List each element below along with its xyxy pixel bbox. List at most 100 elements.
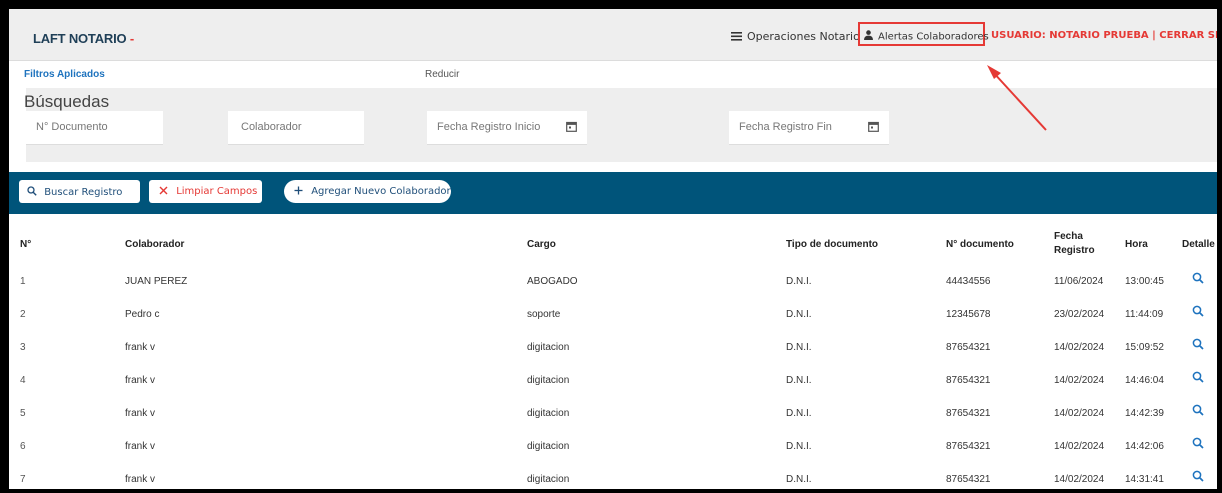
header-colaborador: Colaborador	[125, 239, 185, 250]
magnifier-icon[interactable]	[1192, 305, 1204, 320]
search-icon	[27, 186, 44, 198]
cell-fecha: 14/02/2024	[1054, 408, 1105, 419]
end-date-placeholder: Fecha Registro Fin	[739, 121, 832, 133]
cell-hora: 14:42:06	[1125, 441, 1164, 452]
cell-hora: 14:46:04	[1125, 375, 1164, 386]
collaborator-input[interactable]: Colaborador	[228, 111, 364, 145]
brand-suffix: -	[129, 31, 134, 46]
cell-cargo: digitacion	[527, 375, 570, 386]
table-row: 1 JUAN PEREZ ABOGADO D.N.I. 44434556 11/…	[9, 264, 1217, 298]
cell-n: 7	[20, 474, 26, 485]
cell-cargo: digitacion	[527, 474, 570, 485]
table-row: 3 frank v digitacion D.N.I. 87654321 14/…	[9, 330, 1217, 364]
nav-alertas-label: Alertas Colaboradores	[878, 31, 989, 43]
cell-colaborador: frank v	[125, 441, 156, 452]
magnifier-icon[interactable]	[1192, 338, 1204, 353]
close-icon	[159, 186, 176, 197]
cell-cargo: ABOGADO	[527, 276, 578, 287]
cell-hora: 14:31:41	[1125, 474, 1164, 485]
end-date-input[interactable]: Fecha Registro Fin	[729, 111, 889, 145]
cell-n: 6	[20, 441, 26, 452]
magnifier-icon[interactable]	[1192, 272, 1204, 287]
cell-colaborador: frank v	[125, 375, 156, 386]
cell-colaborador: frank v	[125, 474, 156, 485]
filter-strip: Filtros Aplicados Reducir	[9, 61, 1217, 88]
user-session-link[interactable]: USUARIO: NOTARIO PRUEBA | CERRAR SESIÓN	[991, 30, 1217, 41]
cell-documento: 87654321	[946, 474, 991, 485]
table-row: 6 frank v digitacion D.N.I. 87654321 14/…	[9, 429, 1217, 463]
brand-logo[interactable]: LAFT NOTARIO -	[33, 31, 134, 46]
magnifier-icon[interactable]	[1192, 404, 1204, 419]
cell-cargo: digitacion	[527, 342, 570, 353]
plus-icon	[294, 186, 311, 197]
nav-alertas-colaboradores[interactable]: Alertas Colaboradores	[864, 30, 989, 43]
header-numero-documento: N° documento	[946, 239, 1014, 250]
cell-fecha: 14/02/2024	[1054, 474, 1105, 485]
header-tipo-documento: Tipo de documento	[786, 239, 879, 250]
cell-n: 1	[20, 276, 26, 287]
magnifier-icon[interactable]	[1192, 371, 1204, 386]
cell-fecha: 11/06/2024	[1054, 276, 1104, 287]
table-header: N° Colaborador Cargo Tipo de documento N…	[9, 226, 1217, 265]
table-row: 2 Pedro c soporte D.N.I. 12345678 23/02/…	[9, 297, 1217, 331]
search-panel	[26, 88, 1217, 162]
cell-colaborador: JUAN PEREZ	[125, 276, 188, 287]
cell-colaborador: frank v	[125, 408, 156, 419]
cell-fecha: 23/02/2024	[1054, 309, 1105, 320]
reduce-toggle[interactable]: Reducir	[425, 69, 459, 80]
magnifier-icon[interactable]	[1192, 470, 1204, 485]
header-hora: Hora	[1125, 239, 1148, 250]
cell-fecha: 14/02/2024	[1054, 342, 1105, 353]
header-registro: Registro	[1054, 245, 1095, 256]
header-fecha: Fecha	[1054, 231, 1083, 242]
table-row: 4 frank v digitacion D.N.I. 87654321 14/…	[9, 363, 1217, 397]
calendar-icon[interactable]	[566, 121, 577, 135]
cell-tipo: D.N.I.	[786, 408, 812, 419]
search-title: Búsquedas	[24, 92, 110, 111]
add-button-label: Agregar Nuevo Colaborador	[311, 186, 451, 197]
cell-n: 3	[20, 342, 26, 353]
magnifier-icon[interactable]	[1192, 437, 1204, 452]
search-button-label: Buscar Registro	[44, 187, 123, 198]
clear-fields-button[interactable]: Limpiar Campos	[149, 180, 262, 203]
cell-cargo: digitacion	[527, 441, 570, 452]
cell-tipo: D.N.I.	[786, 474, 812, 485]
nav-operaciones-notario[interactable]: Operaciones Notario	[731, 30, 860, 44]
search-button[interactable]: Buscar Registro	[19, 180, 140, 203]
cell-tipo: D.N.I.	[786, 441, 812, 452]
top-navbar: LAFT NOTARIO - Operaciones Notario Alert…	[9, 9, 1217, 61]
cell-colaborador: Pedro c	[125, 309, 160, 320]
table-row: 5 frank v digitacion D.N.I. 87654321 14/…	[9, 396, 1217, 430]
header-detalle: Detalle	[1182, 239, 1215, 250]
cell-documento: 87654321	[946, 342, 991, 353]
cell-documento: 12345678	[946, 309, 991, 320]
document-number-input[interactable]: N° Documento	[26, 111, 163, 145]
cell-tipo: D.N.I.	[786, 342, 812, 353]
person-icon	[864, 30, 873, 43]
add-collaborator-button[interactable]: Agregar Nuevo Colaborador	[284, 180, 451, 203]
cell-cargo: digitacion	[527, 408, 570, 419]
cell-n: 5	[20, 408, 26, 419]
list-icon	[731, 31, 742, 44]
cell-tipo: D.N.I.	[786, 276, 812, 287]
cell-documento: 87654321	[946, 408, 991, 419]
brand-name: LAFT NOTARIO	[33, 31, 127, 46]
filters-applied-link[interactable]: Filtros Aplicados	[24, 69, 105, 80]
collaborator-placeholder: Colaborador	[241, 121, 302, 133]
cell-n: 2	[20, 309, 26, 320]
app-frame: LAFT NOTARIO - Operaciones Notario Alert…	[9, 9, 1217, 489]
cell-documento: 87654321	[946, 441, 991, 452]
start-date-input[interactable]: Fecha Registro Inicio	[427, 111, 587, 145]
cell-fecha: 14/02/2024	[1054, 441, 1105, 452]
cell-tipo: D.N.I.	[786, 375, 812, 386]
cell-cargo: soporte	[527, 309, 561, 320]
clear-button-label: Limpiar Campos	[176, 186, 258, 197]
cell-hora: 11:44:09	[1125, 309, 1164, 320]
cell-tipo: D.N.I.	[786, 309, 812, 320]
calendar-icon[interactable]	[868, 121, 879, 135]
cell-hora: 15:09:52	[1125, 342, 1164, 353]
start-date-placeholder: Fecha Registro Inicio	[437, 121, 541, 133]
header-cargo: Cargo	[527, 239, 556, 250]
cell-documento: 87654321	[946, 375, 991, 386]
cell-hora: 13:00:45	[1125, 276, 1164, 287]
